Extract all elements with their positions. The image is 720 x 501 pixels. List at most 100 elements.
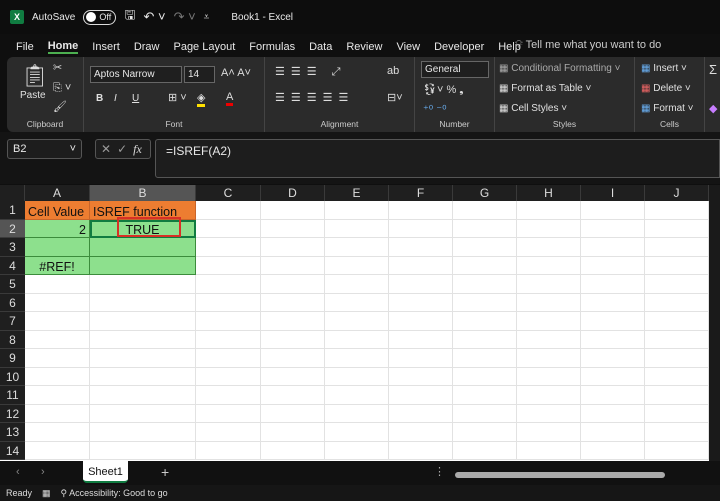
- column-header-J[interactable]: J: [645, 185, 709, 201]
- cell-E13[interactable]: [325, 423, 389, 442]
- paste-button[interactable]: Paste: [20, 90, 46, 101]
- cell-J3[interactable]: [645, 238, 709, 257]
- cell-F12[interactable]: [389, 404, 453, 423]
- cell-I13[interactable]: [581, 423, 645, 442]
- format-as-table-button[interactable]: ▦ Format as Table ˅: [499, 83, 591, 94]
- row-header-13[interactable]: 13: [0, 423, 25, 442]
- cell-A2[interactable]: 2: [25, 219, 90, 238]
- cell-G7[interactable]: [453, 312, 517, 331]
- cell-H11[interactable]: [517, 386, 581, 405]
- tab-insert[interactable]: Insert: [92, 41, 120, 53]
- cell-G5[interactable]: [453, 275, 517, 294]
- select-all-button[interactable]: [0, 185, 25, 201]
- enter-icon[interactable]: ✓: [117, 142, 127, 156]
- tab-data[interactable]: Data: [309, 41, 332, 53]
- format-button[interactable]: ▦ Format ˅: [641, 103, 694, 114]
- cell-B10[interactable]: [90, 367, 196, 386]
- cell-B9[interactable]: [90, 349, 196, 368]
- cell-D14[interactable]: [261, 441, 325, 460]
- cell-B3[interactable]: [90, 238, 196, 257]
- cell-A6[interactable]: [25, 293, 90, 312]
- cell-C3[interactable]: [196, 238, 261, 257]
- row-header-14[interactable]: 14: [0, 441, 25, 460]
- clear-icon[interactable]: ◆: [709, 102, 717, 115]
- cell-H10[interactable]: [517, 367, 581, 386]
- cell-E10[interactable]: [325, 367, 389, 386]
- cell-H7[interactable]: [517, 312, 581, 331]
- cell-H4[interactable]: [517, 256, 581, 275]
- save-icon[interactable]: 🖫: [124, 6, 135, 28]
- cell-F4[interactable]: [389, 256, 453, 275]
- cell-D12[interactable]: [261, 404, 325, 423]
- underline-button[interactable]: U: [132, 93, 139, 104]
- column-header-D[interactable]: D: [261, 185, 325, 201]
- autosum-icon[interactable]: Σ: [709, 62, 717, 77]
- vertical-align-icons[interactable]: ☰☰☰ ⤢: [275, 65, 346, 79]
- merge-icon[interactable]: ⊟˅: [387, 91, 403, 104]
- cell-F3[interactable]: [389, 238, 453, 257]
- cell-D4[interactable]: [261, 256, 325, 275]
- cell-C10[interactable]: [196, 367, 261, 386]
- cell-G4[interactable]: [453, 256, 517, 275]
- font-size-dropdown[interactable]: 14: [184, 66, 215, 83]
- cell-D11[interactable]: [261, 386, 325, 405]
- cell-A13[interactable]: [25, 423, 90, 442]
- cell-F6[interactable]: [389, 293, 453, 312]
- cell-E4[interactable]: [325, 256, 389, 275]
- cell-I4[interactable]: [581, 256, 645, 275]
- cell-D1[interactable]: [261, 201, 325, 220]
- italic-button[interactable]: I: [114, 93, 117, 104]
- cell-C6[interactable]: [196, 293, 261, 312]
- cell-A5[interactable]: [25, 275, 90, 294]
- cell-C9[interactable]: [196, 349, 261, 368]
- horizontal-align-icons[interactable]: ☰☰☰☰☰: [275, 91, 354, 104]
- cell-I11[interactable]: [581, 386, 645, 405]
- copy-icon[interactable]: ⎘ ˅: [53, 82, 71, 95]
- row-header-8[interactable]: 8: [0, 330, 25, 349]
- cell-H5[interactable]: [517, 275, 581, 294]
- cell-A9[interactable]: [25, 349, 90, 368]
- cell-G8[interactable]: [453, 330, 517, 349]
- cell-C8[interactable]: [196, 330, 261, 349]
- tab-developer[interactable]: Developer: [434, 41, 484, 53]
- cell-F10[interactable]: [389, 367, 453, 386]
- cell-F8[interactable]: [389, 330, 453, 349]
- cell-D3[interactable]: [261, 238, 325, 257]
- tab-page-layout[interactable]: Page Layout: [173, 41, 235, 53]
- cell-D10[interactable]: [261, 367, 325, 386]
- spreadsheet-grid[interactable]: A B C D E F G H I J 1 Cell Value ISREF function 2 2 TRU…: [0, 185, 709, 461]
- cell-G14[interactable]: [453, 441, 517, 460]
- cell-J6[interactable]: [645, 293, 709, 312]
- cell-D2[interactable]: [261, 219, 325, 238]
- increase-font-icon[interactable]: A˄ A˅: [221, 67, 251, 79]
- row-header-9[interactable]: 9: [0, 349, 25, 368]
- next-sheet-icon[interactable]: ›: [41, 466, 45, 478]
- cell-D8[interactable]: [261, 330, 325, 349]
- cell-C13[interactable]: [196, 423, 261, 442]
- cell-A1[interactable]: Cell Value: [25, 201, 90, 220]
- cell-H9[interactable]: [517, 349, 581, 368]
- column-header-G[interactable]: G: [453, 185, 517, 201]
- borders-icon[interactable]: ⊞ ˅: [168, 91, 187, 104]
- cell-A4[interactable]: #REF!: [25, 256, 90, 275]
- cell-E6[interactable]: [325, 293, 389, 312]
- cell-F14[interactable]: [389, 441, 453, 460]
- cell-G1[interactable]: [453, 201, 517, 220]
- format-painter-icon[interactable]: 🖌︎: [53, 100, 67, 113]
- column-header-H[interactable]: H: [517, 185, 581, 201]
- row-header-5[interactable]: 5: [0, 275, 25, 294]
- column-header-E[interactable]: E: [325, 185, 389, 201]
- cell-F1[interactable]: [389, 201, 453, 220]
- row-header-4[interactable]: 4: [0, 256, 25, 275]
- cell-J12[interactable]: [645, 404, 709, 423]
- cell-E3[interactable]: [325, 238, 389, 257]
- cell-J1[interactable]: [645, 201, 709, 220]
- tab-review[interactable]: Review: [346, 41, 382, 53]
- cell-H6[interactable]: [517, 293, 581, 312]
- row-header-3[interactable]: 3: [0, 238, 25, 257]
- macro-icon[interactable]: ▦: [42, 488, 51, 499]
- cell-J9[interactable]: [645, 349, 709, 368]
- cell-B8[interactable]: [90, 330, 196, 349]
- cell-G13[interactable]: [453, 423, 517, 442]
- cell-B1[interactable]: ISREF function: [90, 201, 196, 220]
